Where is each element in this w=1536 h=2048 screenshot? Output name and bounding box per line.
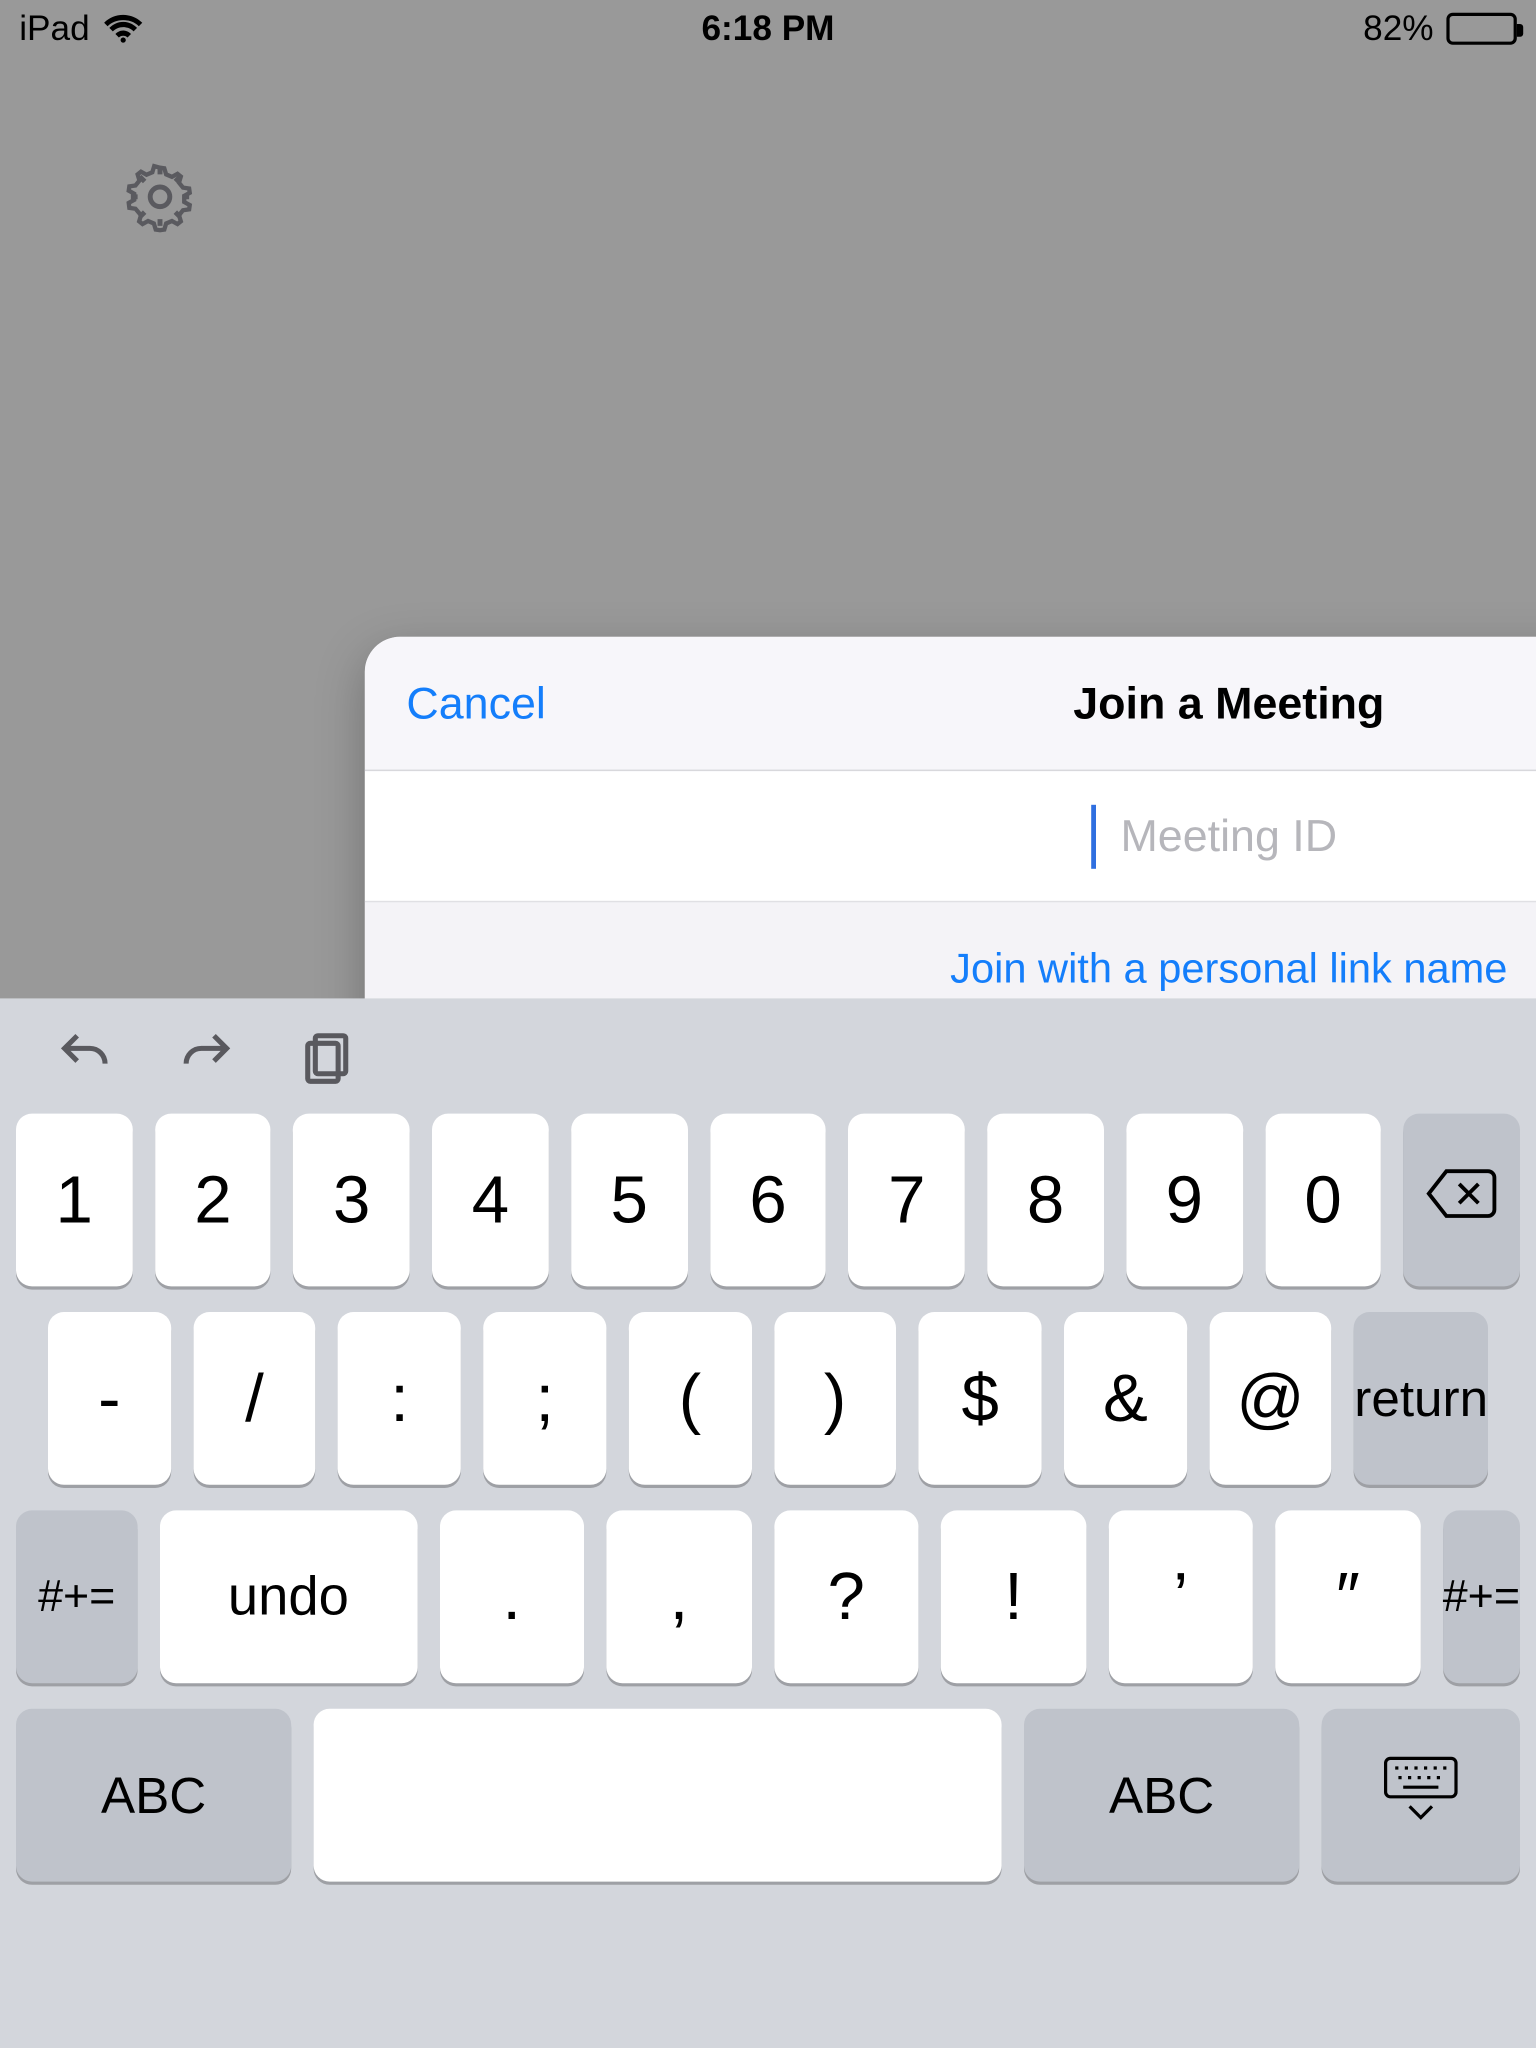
key-slash[interactable]: / — [193, 1312, 316, 1485]
key-paren-close[interactable]: ) — [774, 1312, 897, 1485]
status-device: iPad — [19, 8, 89, 50]
keyboard-row-2: - / : ; ( ) $ & @ return — [16, 1312, 1520, 1485]
undo-icon[interactable] — [54, 1026, 115, 1087]
key-5[interactable]: 5 — [571, 1114, 687, 1287]
meeting-id-input[interactable] — [365, 771, 1536, 901]
key-semicolon[interactable]: ; — [483, 1312, 606, 1485]
key-dismiss-keyboard[interactable] — [1322, 1709, 1520, 1882]
key-6[interactable]: 6 — [710, 1114, 826, 1287]
key-paren-open[interactable]: ( — [629, 1312, 752, 1485]
key-period[interactable]: . — [439, 1510, 584, 1683]
key-abc-left[interactable]: ABC — [16, 1709, 291, 1882]
key-abc-right[interactable]: ABC — [1024, 1709, 1299, 1882]
key-colon[interactable]: : — [338, 1312, 461, 1485]
key-3[interactable]: 3 — [294, 1114, 410, 1287]
redo-icon[interactable] — [176, 1026, 237, 1087]
battery-icon — [1446, 13, 1516, 45]
key-space[interactable] — [314, 1709, 1002, 1882]
text-cursor — [1091, 804, 1096, 868]
modal-header: Cancel Join a Meeting — [365, 637, 1536, 771]
wifi-icon — [102, 13, 144, 45]
keyboard-row-1: 1 2 3 4 5 6 7 8 9 0 — [16, 1114, 1520, 1287]
key-symbols-right[interactable]: #+= — [1443, 1510, 1520, 1683]
key-comma[interactable]: , — [607, 1510, 752, 1683]
on-screen-keyboard: 1 2 3 4 5 6 7 8 9 0 - / : ; ( ) $ & @ — [0, 998, 1536, 2048]
key-exclaim[interactable]: ! — [941, 1510, 1086, 1683]
keyboard-row-3: #+= undo . , ? ! ’ ″ #+= — [16, 1510, 1520, 1683]
status-bar: iPad 6:18 PM 82% — [0, 0, 1536, 58]
key-apostrophe[interactable]: ’ — [1108, 1510, 1253, 1683]
clipboard-icon[interactable] — [298, 1026, 359, 1087]
key-undo[interactable]: undo — [160, 1510, 417, 1683]
key-dash[interactable]: - — [48, 1312, 171, 1485]
keyboard-row-4: ABC ABC — [16, 1709, 1520, 1882]
key-symbols-left[interactable]: #+= — [16, 1510, 137, 1683]
key-ampersand[interactable]: & — [1064, 1312, 1187, 1485]
key-2[interactable]: 2 — [155, 1114, 271, 1287]
key-4[interactable]: 4 — [432, 1114, 548, 1287]
meeting-id-row — [365, 771, 1536, 902]
gear-icon — [123, 159, 197, 241]
key-return[interactable]: return — [1354, 1312, 1488, 1485]
personal-link-label: Join with a personal link name — [950, 944, 1507, 994]
keyboard-toolbar — [0, 998, 1536, 1113]
key-double-prime[interactable]: ″ — [1276, 1510, 1421, 1683]
key-0[interactable]: 0 — [1265, 1114, 1381, 1287]
modal-title: Join a Meeting — [1073, 678, 1384, 729]
key-1[interactable]: 1 — [16, 1114, 132, 1287]
key-backspace[interactable] — [1404, 1114, 1520, 1287]
status-time: 6:18 PM — [701, 8, 834, 50]
cancel-button[interactable]: Cancel — [406, 678, 545, 729]
keyboard-dismiss-icon — [1378, 1752, 1464, 1838]
settings-button[interactable] — [120, 160, 200, 240]
battery-percent: 82% — [1363, 8, 1433, 50]
key-at[interactable]: @ — [1209, 1312, 1332, 1485]
key-7[interactable]: 7 — [849, 1114, 965, 1287]
key-dollar[interactable]: $ — [919, 1312, 1042, 1485]
key-9[interactable]: 9 — [1126, 1114, 1242, 1287]
key-8[interactable]: 8 — [987, 1114, 1103, 1287]
backspace-icon — [1423, 1162, 1500, 1239]
key-question[interactable]: ? — [774, 1510, 919, 1683]
